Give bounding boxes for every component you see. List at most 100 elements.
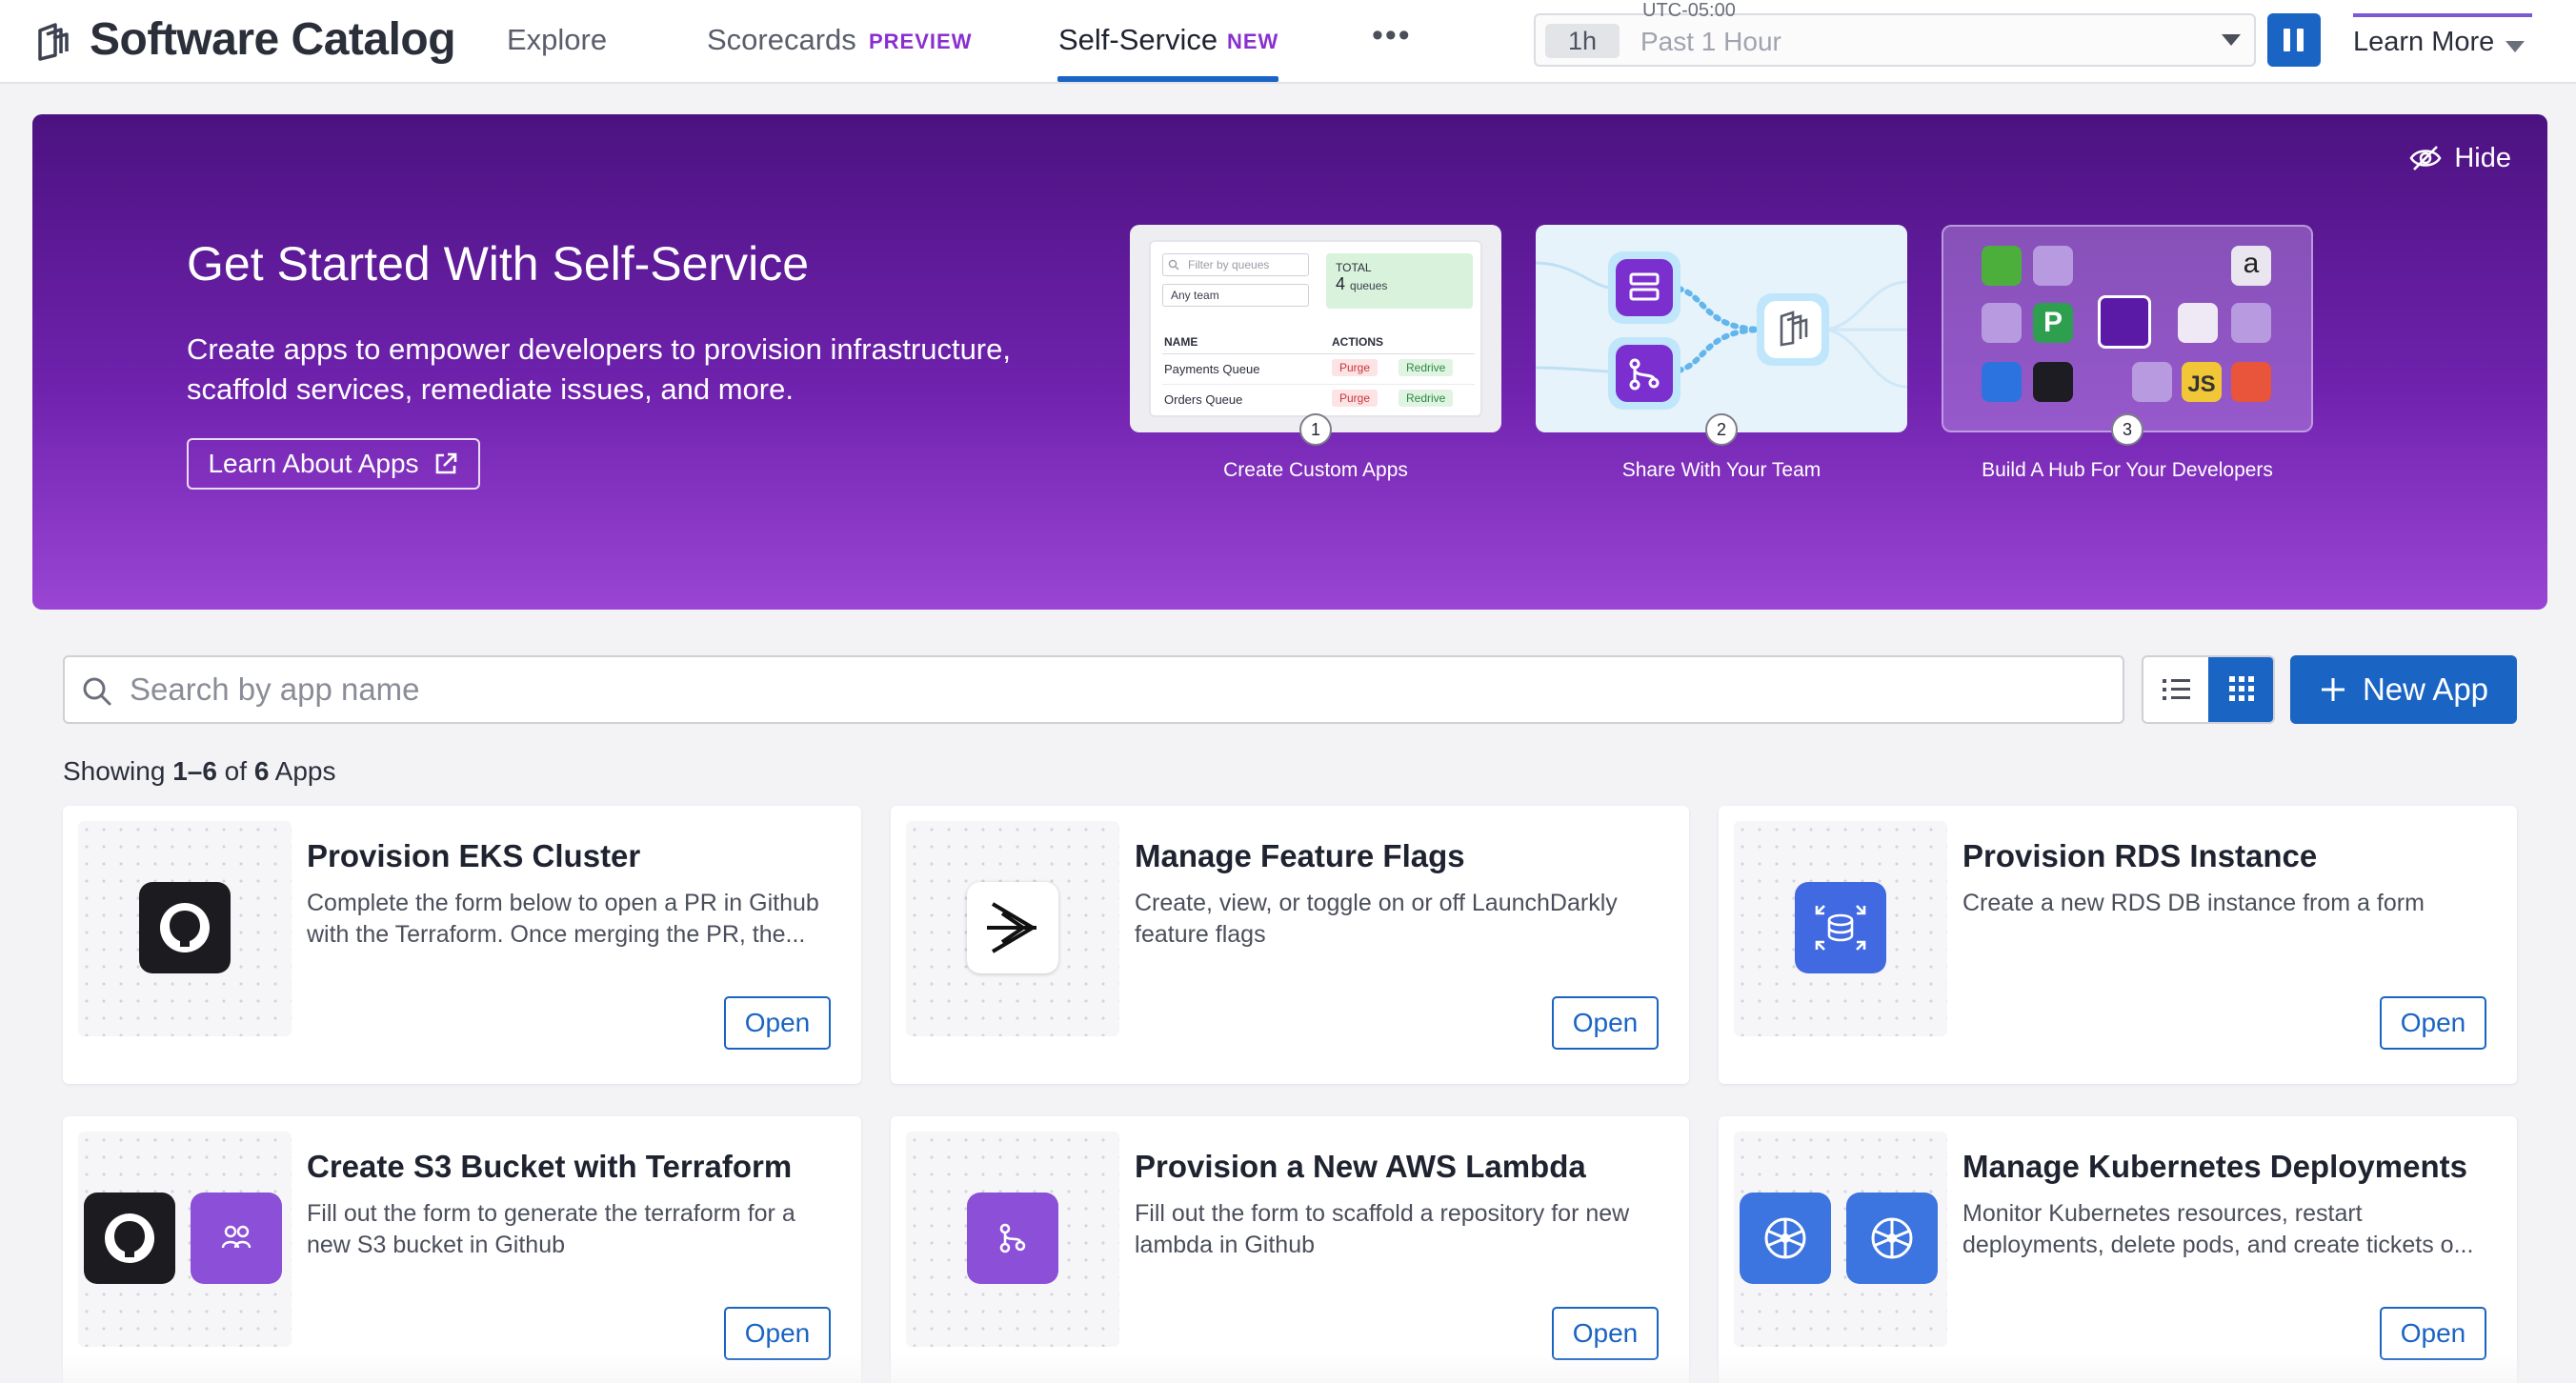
open-app-button[interactable]: Open xyxy=(2380,1307,2486,1360)
app-card-art xyxy=(78,1132,292,1347)
amazon-tile: a xyxy=(2231,246,2271,286)
step-number: 1 xyxy=(1299,413,1332,446)
step-number: 3 xyxy=(2111,413,2143,446)
open-app-button[interactable]: Open xyxy=(1552,996,1659,1050)
eye-slash-icon xyxy=(2409,146,2442,170)
more-nav-button[interactable]: ••• xyxy=(1372,17,1410,63)
git-branch-icon xyxy=(967,1193,1058,1284)
total-label: TOTAL xyxy=(1336,261,1372,274)
app-title: Manage Feature Flags xyxy=(1135,838,1465,873)
queue-name: Orders Queue xyxy=(1164,392,1243,407)
queue-row: Orders Queue Purge Redrive xyxy=(1162,385,1475,415)
step-card-build-hub: a P JS xyxy=(1942,225,2313,432)
pagerduty-tile: P xyxy=(2033,303,2073,343)
integration-tile xyxy=(1982,246,2022,286)
results-suffix: Apps xyxy=(269,756,336,786)
hide-banner-button[interactable]: Hide xyxy=(2408,139,2511,177)
view-toggle xyxy=(2142,655,2275,724)
pause-icon-bar xyxy=(2297,29,2304,51)
jira-tile xyxy=(1982,362,2022,402)
app-card-art xyxy=(78,821,292,1036)
app-description: Monitor Kubernetes resources, restart de… xyxy=(1962,1200,2474,1258)
external-link-icon xyxy=(435,452,456,474)
integration-tile xyxy=(2231,303,2271,343)
app-card-manage-feature-flags[interactable]: Manage Feature Flags Create, view, or to… xyxy=(891,806,1689,1084)
learn-more-dropdown[interactable]: Learn More xyxy=(2353,13,2532,67)
results-count: Showing 1–6 of 6 Apps xyxy=(63,756,335,787)
results-middle: of xyxy=(216,756,254,786)
nav-tab-scorecards[interactable]: Scorecards xyxy=(707,23,856,57)
open-app-button[interactable]: Open xyxy=(724,1307,831,1360)
app-search-box xyxy=(63,655,2124,724)
app-card-art xyxy=(906,1132,1119,1347)
app-description: Fill out the form to generate the terraf… xyxy=(307,1200,795,1258)
results-range: 1–6 xyxy=(172,756,217,786)
search-input[interactable] xyxy=(130,657,2111,722)
queue-table-preview: Filter by queues Any team TOTAL 4 queues… xyxy=(1149,240,1482,417)
col-name: NAME xyxy=(1164,335,1198,349)
search-icon xyxy=(83,677,111,706)
team-icon xyxy=(191,1193,282,1284)
app-title: Manage Kubernetes Deployments xyxy=(1962,1149,2467,1184)
javascript-tile: JS xyxy=(2182,362,2222,402)
redrive-chip: Redrive xyxy=(1399,359,1454,376)
learn-about-apps-button[interactable]: Learn About Apps xyxy=(187,438,480,490)
open-app-button[interactable]: Open xyxy=(2380,996,2486,1050)
team-select: Any team xyxy=(1162,284,1309,307)
app-title: Provision RDS Instance xyxy=(1962,838,2318,873)
new-app-button[interactable]: New App xyxy=(2290,655,2517,724)
banner-title: Get Started With Self-Service xyxy=(187,237,810,291)
app-card-provision-aws-lambda[interactable]: Provision a New AWS Lambda Fill out the … xyxy=(891,1116,1689,1383)
new-app-label: New App xyxy=(2362,671,2489,707)
datadog-tile xyxy=(2098,295,2151,349)
app-card-manage-kubernetes-deployments[interactable]: Manage Kubernetes Deployments Monitor Ku… xyxy=(1719,1116,2517,1383)
app-card-art xyxy=(906,821,1119,1036)
nav-tab-explore[interactable]: Explore xyxy=(507,23,607,57)
queue-name: Payments Queue xyxy=(1164,362,1260,376)
list-view-button[interactable] xyxy=(2143,657,2208,722)
app-card-provision-eks-cluster[interactable]: Provision EKS Cluster Complete the form … xyxy=(63,806,861,1084)
kubernetes-icon xyxy=(1740,1193,1831,1284)
active-tab-indicator xyxy=(1057,76,1278,82)
purge-chip: Purge xyxy=(1332,390,1379,407)
app-card-art xyxy=(1734,1132,1947,1347)
list-icon xyxy=(2163,679,2190,700)
timezone-label: UTC-05:00 xyxy=(1642,0,1736,21)
kubernetes-icon xyxy=(1846,1193,1938,1284)
integration-tile xyxy=(2132,362,2172,402)
share-flow-illustration xyxy=(1535,251,1908,410)
app-title: Software Catalog xyxy=(90,14,456,65)
step-card-create-apps: Filter by queues Any team TOTAL 4 queues… xyxy=(1130,225,1501,432)
open-app-button[interactable]: Open xyxy=(724,996,831,1050)
step-label: Share With Your Team xyxy=(1621,459,1821,481)
github-icon xyxy=(139,882,231,973)
app-description: Fill out the form to scaffold a reposito… xyxy=(1135,1200,1630,1258)
filter-queues-input: Filter by queues xyxy=(1162,253,1309,276)
app-title: Provision EKS Cluster xyxy=(307,838,641,873)
app-card-create-s3-bucket[interactable]: Create S3 Bucket with Terraform Fill out… xyxy=(63,1116,861,1383)
app-description: Create a new RDS DB instance from a form xyxy=(1962,890,2425,916)
pause-button[interactable] xyxy=(2267,13,2321,67)
step-number: 2 xyxy=(1705,413,1738,446)
total-queues-tile: TOTAL 4 queues xyxy=(1326,253,1473,309)
learn-more-label: Learn More xyxy=(2353,27,2495,57)
app-title: Create S3 Bucket with Terraform xyxy=(307,1149,793,1184)
results-total: 6 xyxy=(253,756,270,786)
integration-tile xyxy=(1982,303,2022,343)
chevron-down-icon xyxy=(2222,34,2241,46)
integration-tile xyxy=(2033,246,2073,286)
col-actions: ACTIONS xyxy=(1332,335,1383,349)
grid-view-button[interactable] xyxy=(2208,657,2273,722)
app-card-provision-rds-instance[interactable]: Provision RDS Instance Create a new RDS … xyxy=(1719,806,2517,1084)
results-prefix: Showing xyxy=(63,756,173,786)
step-label: Build A Hub For Your Developers xyxy=(1982,459,2273,481)
time-range-label: Past 1 Hour xyxy=(1640,27,1781,56)
launchdarkly-icon xyxy=(967,882,1058,973)
chevron-down-icon xyxy=(2506,41,2525,52)
nav-tab-self-service[interactable]: Self-Service xyxy=(1058,23,1218,57)
rds-icon xyxy=(1795,882,1886,973)
queue-row: Payments Queue Purge Redrive xyxy=(1162,354,1475,385)
queue-table-header: NAME ACTIONS xyxy=(1162,328,1475,354)
step-card-share-team xyxy=(1535,225,1908,432)
open-app-button[interactable]: Open xyxy=(1552,1307,1659,1360)
